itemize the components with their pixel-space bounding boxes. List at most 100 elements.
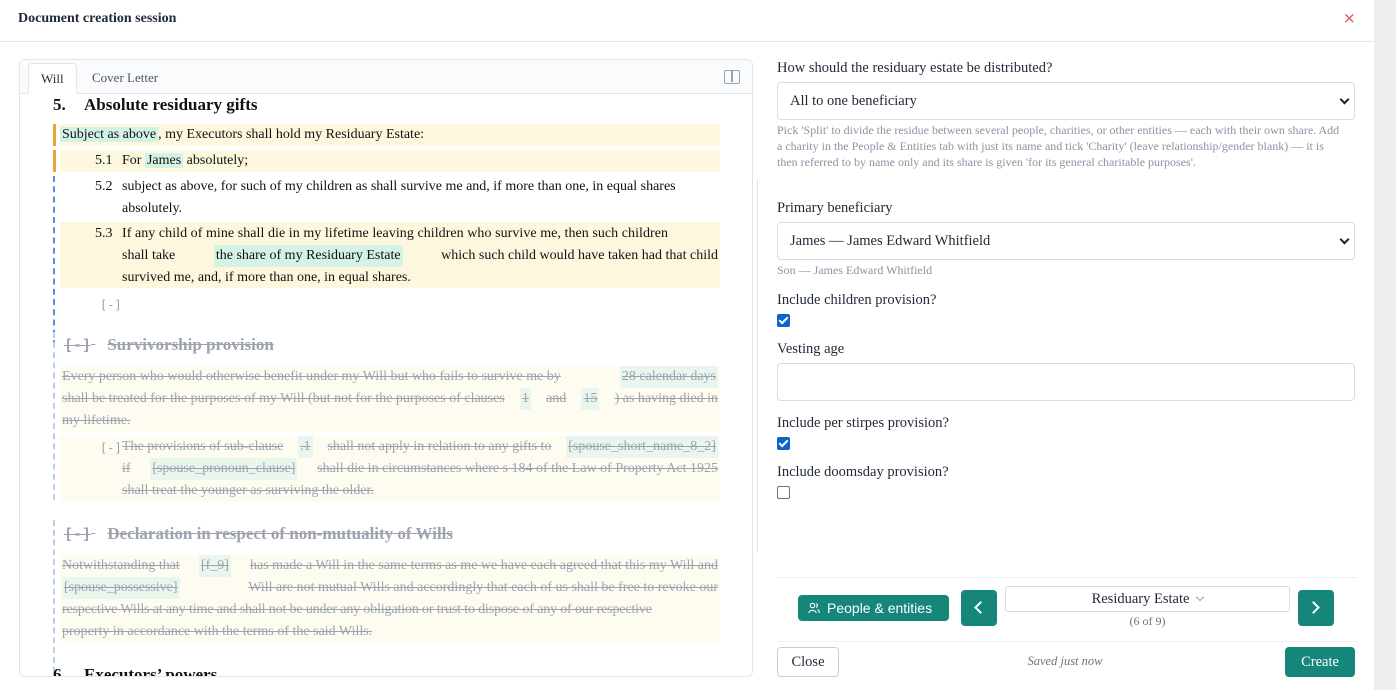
include-toggle[interactable]: [-] bbox=[100, 437, 122, 459]
survivorship-paragraph: Every person who would otherwise benefit… bbox=[62, 366, 718, 432]
excluded-block-marker bbox=[53, 520, 55, 676]
children-provision-label: Include children provision? bbox=[777, 292, 937, 308]
include-toggle[interactable]: [-] bbox=[64, 525, 91, 543]
para-line: Every person who would otherwise benefit… bbox=[62, 366, 718, 388]
primary-beneficiary-label: Primary beneficiary bbox=[777, 200, 893, 216]
empty-clause-toggle[interactable]: [-] bbox=[100, 294, 122, 316]
chevron-down-icon bbox=[1196, 592, 1205, 602]
clause-line: absolutely. bbox=[122, 201, 183, 216]
clause-number: 5.1 bbox=[95, 153, 113, 168]
section-5-heading: 5. Absolute residuary gifts bbox=[53, 94, 257, 116]
per-stirpes-label: Include per stirpes provision? bbox=[777, 415, 949, 431]
beneficiary-mark[interactable]: James bbox=[144, 153, 184, 168]
clause-5-3: If any child of mine shall die in my lif… bbox=[122, 223, 718, 289]
survivorship-heading: [-] Survivorship provision bbox=[64, 334, 274, 356]
save-status: Saved just now bbox=[1027, 654, 1103, 668]
clause-number: 5.2 bbox=[95, 179, 113, 194]
period-mark[interactable]: 28 calendar days bbox=[619, 366, 718, 388]
clause-text: shall take bbox=[122, 248, 176, 263]
section-progress: (6 of 9) bbox=[1129, 614, 1166, 628]
section-select[interactable]: Residuary Estate bbox=[1005, 586, 1290, 612]
button-label: People & entities bbox=[827, 600, 933, 616]
para-line: shall treat the younger as surviving the… bbox=[122, 483, 374, 498]
next-section-button[interactable] bbox=[1298, 590, 1334, 626]
clause-ref-mark[interactable]: 1 bbox=[519, 388, 531, 410]
doomsday-checkbox[interactable] bbox=[777, 486, 790, 499]
document-creation-modal: Document creation session × Will Cover L… bbox=[0, 0, 1374, 690]
clause-5-2: subject as above, for such of my childre… bbox=[122, 176, 718, 220]
change-marker bbox=[53, 150, 56, 172]
section-label: Residuary Estate bbox=[1091, 591, 1190, 607]
placeholder-mark[interactable]: [spouse_pronoun_clause] bbox=[150, 458, 298, 480]
clause-line: If any child of mine shall die in my lif… bbox=[122, 226, 669, 241]
conditional-mark[interactable]: Subject as above bbox=[60, 127, 159, 142]
people-entities-button[interactable]: People & entities bbox=[798, 595, 949, 621]
vesting-age-label: Vesting age bbox=[777, 341, 845, 357]
close-button[interactable]: Close bbox=[777, 647, 839, 677]
include-toggle[interactable]: [-] bbox=[64, 336, 91, 354]
chevron-right-icon bbox=[1307, 601, 1320, 614]
will-document: 5. Absolute residuary gifts Subject as a… bbox=[20, 94, 752, 677]
children-provision-checkbox[interactable] bbox=[777, 314, 790, 327]
para-line: if [spouse_pronoun_clause] shall die in ci… bbox=[122, 458, 718, 480]
para-line: my lifetime. bbox=[62, 413, 131, 428]
distribution-question: How should the residuary estate be distr… bbox=[777, 60, 1053, 76]
para-line: shall be treated for the purposes of my … bbox=[62, 388, 718, 410]
panel-divider[interactable] bbox=[757, 180, 758, 552]
placeholder-mark[interactable]: [f_9] bbox=[198, 555, 231, 577]
tab-will[interactable]: Will bbox=[28, 63, 77, 94]
clause-number: 5.3 bbox=[95, 226, 113, 241]
survivorship-subclause: The provisions of sub-clause .1 shall not … bbox=[122, 436, 718, 502]
clause-5-1: 5.1 For James absolutely; bbox=[60, 150, 720, 172]
distribution-help: Pick 'Split' to divide the residue betwe… bbox=[777, 123, 1340, 169]
primary-beneficiary-help: Son — James Edward Whitfield bbox=[777, 263, 933, 277]
section-number: 6. bbox=[53, 665, 66, 677]
clause-line: shall take the share of my Residuary Est… bbox=[122, 245, 718, 267]
document-tabs: Will Cover Letter bbox=[20, 60, 752, 94]
clause-line: survived me, and, if more than one, in e… bbox=[122, 270, 411, 285]
page-scrollbar[interactable] bbox=[1374, 0, 1396, 690]
previous-section-button[interactable] bbox=[961, 590, 997, 626]
defined-term-mark[interactable]: the share of my Residuary Estate bbox=[213, 245, 403, 267]
para-line: The provisions of sub-clause .1 shall not … bbox=[122, 436, 718, 458]
modal-title: Document creation session bbox=[18, 11, 177, 26]
select-value: All to one beneficiary bbox=[790, 93, 917, 109]
section-number: 5. bbox=[53, 95, 66, 114]
doomsday-label: Include doomsday provision? bbox=[777, 464, 949, 480]
section-title: Absolute residuary gifts bbox=[84, 95, 258, 114]
placeholder-mark[interactable]: [spouse_possessive] bbox=[62, 577, 180, 599]
tab-cover-letter[interactable]: Cover Letter bbox=[80, 63, 170, 94]
section-title: Executors’ powers bbox=[84, 665, 218, 677]
primary-beneficiary-select[interactable]: James — James Edward Whitfield bbox=[777, 222, 1355, 260]
para-line: respective Wills at any time and shall n… bbox=[62, 602, 652, 617]
select-value: James — James Edward Whitfield bbox=[790, 233, 991, 249]
chevron-left-icon bbox=[974, 601, 987, 614]
change-marker bbox=[53, 124, 56, 146]
declaration-paragraph: Notwithstanding that [f_9] has made a Will… bbox=[62, 555, 718, 643]
clause-text: which such child would have taken had th… bbox=[441, 248, 718, 263]
residuary-intro: Subject as above, my Executors shall hol… bbox=[60, 124, 720, 146]
para-line: Notwithstanding that [f_9] has made a Will… bbox=[62, 555, 718, 577]
intro-text: , my Executors shall hold my Residuary E… bbox=[158, 127, 425, 142]
section-title: Declaration in respect of non-mutuality … bbox=[107, 524, 454, 543]
clause-line: subject as above, for such of my childre… bbox=[122, 179, 676, 194]
divider bbox=[777, 641, 1357, 642]
per-stirpes-checkbox[interactable] bbox=[777, 437, 790, 450]
conditional-block-marker bbox=[53, 176, 55, 346]
distribution-select[interactable]: All to one beneficiary bbox=[777, 82, 1355, 120]
para-line: [spouse_possessive] Will are not mutual W… bbox=[62, 577, 718, 599]
people-icon bbox=[808, 602, 820, 614]
vesting-age-input[interactable] bbox=[777, 363, 1355, 401]
create-button[interactable]: Create bbox=[1285, 647, 1355, 677]
chevron-down-icon bbox=[1339, 94, 1350, 105]
clause-ref-mark[interactable]: .1 bbox=[298, 436, 313, 458]
document-preview-panel: Will Cover Letter 5. Absolute residuary … bbox=[19, 59, 753, 677]
declaration-heading: [-] Declaration in respect of non-mutual… bbox=[64, 523, 453, 545]
chevron-down-icon bbox=[1339, 234, 1350, 245]
divider bbox=[777, 577, 1357, 578]
split-view-icon[interactable] bbox=[724, 70, 740, 84]
section-title: Survivorship provision bbox=[107, 335, 274, 354]
placeholder-mark[interactable]: [spouse_short_name_8_2] bbox=[566, 436, 718, 458]
clause-ref-mark[interactable]: 15 bbox=[581, 388, 600, 410]
excluded-block-marker bbox=[53, 332, 55, 500]
